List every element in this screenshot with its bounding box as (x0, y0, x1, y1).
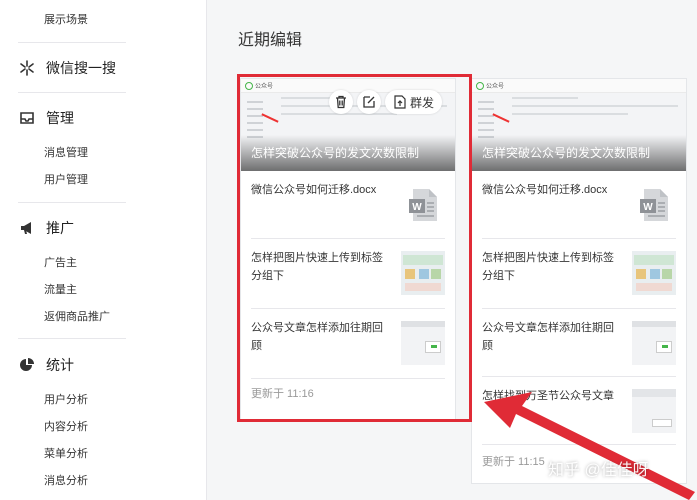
sidebar-item-advertiser[interactable]: 广告主 (44, 254, 77, 270)
sidebar-item-menu-analysis[interactable]: 菜单分析 (44, 445, 88, 461)
sidebar-item-user-management[interactable]: 用户管理 (44, 171, 88, 187)
app-logo-icon (476, 82, 484, 90)
sidebar-divider (18, 202, 126, 203)
sidebar-section-label: 统计 (46, 357, 74, 373)
list-item[interactable]: 微信公众号如何迁移.docx W (482, 171, 676, 239)
word-file-icon: W (632, 183, 676, 227)
sidebar-section-wechat-search[interactable]: 微信搜一搜 (18, 58, 116, 78)
card-cover[interactable]: 公众号 怎样突破公众号的发文次数限制 (472, 79, 686, 171)
sidebar-item-content-analysis[interactable]: 内容分析 (44, 418, 88, 434)
sidebar-section-label: 推广 (46, 220, 74, 236)
list-item[interactable]: 怎样把图片快速上传到标签分组下 (482, 239, 676, 309)
sidebar-item-publisher[interactable]: 流量主 (44, 281, 77, 297)
pie-chart-icon (18, 356, 36, 374)
sidebar-section-manage[interactable]: 管理 (18, 108, 74, 128)
highlight-box (237, 74, 472, 422)
mini-arrow-icon (492, 113, 510, 123)
sidebar-item-user-analysis[interactable]: 用户分析 (44, 391, 88, 407)
megaphone-icon (18, 219, 36, 237)
annotation-arrow-icon (484, 392, 695, 500)
sidebar-divider (18, 338, 126, 339)
mini-app-name: 公众号 (486, 84, 505, 90)
sidebar-item-showcase[interactable]: 展示场景 (44, 11, 88, 27)
sidebar-section-label: 管理 (46, 110, 74, 126)
sidebar-section-label: 微信搜一搜 (46, 60, 116, 76)
item-thumbnail (632, 321, 676, 365)
inbox-icon (18, 109, 36, 127)
sparkle-icon (18, 59, 36, 77)
item-title: 怎样把图片快速上传到标签分组下 (482, 252, 614, 282)
sidebar-item-rebate-promotion[interactable]: 返佣商品推广 (44, 308, 110, 324)
sidebar: 展示场景 微信搜一搜 管理 消息管理 用户管理 推广 广告主 流量主 返佣商品推… (0, 0, 207, 500)
sidebar-section-statistics[interactable]: 统计 (18, 355, 74, 375)
list-item[interactable]: 公众号文章怎样添加往期回顾 (482, 309, 676, 377)
sidebar-divider (18, 92, 126, 93)
cover-mini-header: 公众号 (472, 79, 686, 93)
sidebar-divider (18, 42, 126, 43)
watermark: 知乎 @佳佳呀 (548, 462, 649, 479)
sidebar-section-promotion[interactable]: 推广 (18, 218, 74, 238)
svg-text:W: W (643, 202, 653, 213)
item-title: 微信公众号如何迁移.docx (482, 184, 608, 196)
item-title: 公众号文章怎样添加往期回顾 (482, 322, 614, 352)
cover-title: 怎样突破公众号的发文次数限制 (482, 146, 651, 160)
item-thumbnail (632, 251, 676, 295)
sidebar-item-message-management[interactable]: 消息管理 (44, 144, 88, 160)
sidebar-item-message-analysis[interactable]: 消息分析 (44, 472, 88, 488)
page-title: 近期编辑 (238, 32, 303, 49)
